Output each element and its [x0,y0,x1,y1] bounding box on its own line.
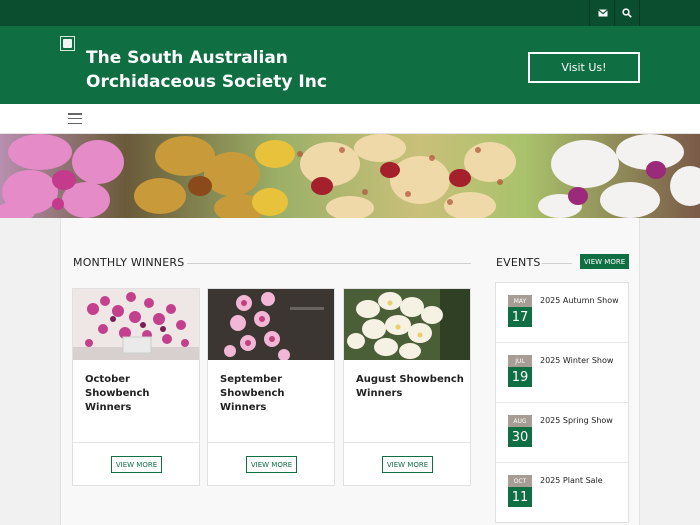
site-title[interactable]: The South Australian Orchidaceous Societ… [86,46,406,94]
events-list: MAY 17 2025 Autumn Show JUL 19 2025 Wint… [495,282,629,523]
card-image[interactable] [208,289,334,360]
event-month-badge: JUL [508,355,532,367]
search-button[interactable] [614,0,640,26]
event-day-badge: 30 [508,427,532,447]
event-item[interactable]: OCT 11 2025 Plant Sale [496,463,628,523]
events-divider [542,263,572,264]
logo-mark [63,39,72,48]
card-view-more-button[interactable]: VIEW MORE [111,456,162,473]
card-divider [208,442,334,443]
card-title[interactable]: October Showbench Winners [85,373,193,415]
search-icon [622,8,632,18]
pink-orchid-spray-image [73,289,199,360]
event-name[interactable]: 2025 Winter Show [540,356,626,365]
utility-bar [0,0,700,26]
site-title-line2: Orchidaceous Society Inc [86,72,327,92]
card-view-more-button[interactable]: VIEW MORE [246,456,297,473]
monthly-winners-heading: MONTHLY WINNERS [73,256,185,269]
menu-icon[interactable] [68,113,82,124]
card-title[interactable]: August Showbench Winners [356,373,464,401]
winner-card-september[interactable]: September Showbench Winners VIEW MORE [207,288,335,486]
winners-divider [187,263,471,264]
event-name[interactable]: 2025 Plant Sale [540,476,626,485]
site-title-line1: The South Australian [86,48,288,68]
events-view-more-button[interactable]: VIEW MORE [580,254,629,269]
winner-card-october[interactable]: October Showbench Winners VIEW MORE [72,288,200,486]
event-month-badge: MAY [508,295,532,307]
card-image[interactable] [73,289,199,360]
main-content: MONTHLY WINNERS EVENTS VIEW MORE October… [60,218,640,525]
events-heading: EVENTS [496,256,541,269]
card-view-more-button[interactable]: VIEW MORE [382,456,433,473]
event-month-badge: OCT [508,475,532,487]
mail-button[interactable] [589,0,615,26]
event-item[interactable]: AUG 30 2025 Spring Show [496,403,628,463]
white-orchid-image [344,289,470,360]
winner-card-august[interactable]: August Showbench Winners VIEW MORE [343,288,471,486]
card-title[interactable]: September Showbench Winners [220,373,328,415]
nav-bar [0,104,700,134]
orchid-banner [0,134,700,218]
event-item[interactable]: JUL 19 2025 Winter Show [496,343,628,403]
event-month-badge: AUG [508,415,532,427]
event-name[interactable]: 2025 Spring Show [540,416,626,425]
event-day-badge: 11 [508,487,532,507]
card-divider [73,442,199,443]
card-image[interactable] [344,289,470,360]
visit-us-button[interactable]: Visit Us! [528,52,640,83]
site-header: The South Australian Orchidaceous Societ… [0,26,700,104]
card-divider [344,442,470,443]
event-day-badge: 17 [508,307,532,327]
mail-icon [597,9,608,17]
event-name[interactable]: 2025 Autumn Show [540,296,626,305]
event-day-badge: 19 [508,367,532,387]
event-item[interactable]: MAY 17 2025 Autumn Show [496,283,628,343]
orchid-banner-image [0,134,700,218]
pink-orchid-dark-background-image [208,289,334,360]
site-logo[interactable] [60,36,75,51]
